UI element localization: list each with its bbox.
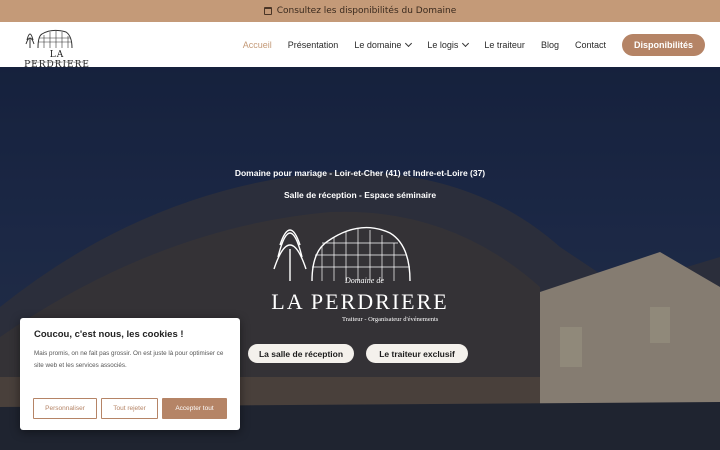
disponibilites-button[interactable]: Disponibilités: [621, 33, 705, 56]
announcement-bar[interactable]: Consultez les disponibilités du Domaine: [0, 0, 720, 22]
nav-item-contact[interactable]: Contact: [575, 40, 606, 50]
main-nav: Accueil Présentation Le domaine Le logis…: [243, 22, 705, 67]
logo-tree-dome-icon: [25, 29, 73, 49]
nav-item-blog[interactable]: Blog: [541, 40, 559, 50]
hero-subtagline: Salle de réception - Espace séminaire: [283, 190, 437, 200]
nav-item-le-traiteur[interactable]: Le traiteur: [484, 40, 525, 50]
nav-label[interactable]: Contact: [575, 40, 606, 50]
cookie-customize-button[interactable]: Personnaliser: [33, 398, 97, 419]
logo-tagline: Traiteur - Organisateur d'événements: [28, 60, 86, 64]
nav-label[interactable]: Accueil: [243, 40, 272, 50]
nav-label[interactable]: Le logis: [427, 40, 458, 50]
nav-label[interactable]: Le traiteur: [484, 40, 525, 50]
nav-item-le-logis[interactable]: Le logis: [427, 39, 470, 50]
hero-logo-subtitle: Traiteur - Organisateur d'événements: [342, 316, 439, 323]
salle-reception-button[interactable]: La salle de réception: [248, 344, 354, 363]
cookie-body: Mais promis, on ne fait pas grossir. On …: [34, 350, 224, 369]
traiteur-exclusif-button[interactable]: Le traiteur exclusif: [366, 344, 468, 363]
nav-label[interactable]: Le domaine: [354, 40, 401, 50]
hero-logo: Domaine de LA PERDRIERE Traiteur - Organ…: [250, 209, 470, 329]
chevron-down-icon[interactable]: [462, 39, 470, 47]
announcement-text[interactable]: Consultez les disponibilités du Domaine: [277, 6, 457, 16]
nav-item-le-domaine[interactable]: Le domaine: [354, 39, 413, 50]
site-logo[interactable]: LA PERDRIERE Traiteur - Organisateur d'é…: [22, 26, 92, 70]
cookie-banner: Coucou, c'est nous, les cookies ! Mais p…: [20, 318, 240, 430]
nav-item-presentation[interactable]: Présentation: [288, 40, 339, 50]
nav-label[interactable]: Blog: [541, 40, 559, 50]
nav-item-accueil[interactable]: Accueil: [243, 40, 272, 50]
hero-logo-de: Domaine de: [345, 276, 384, 285]
nav-label[interactable]: Présentation: [288, 40, 339, 50]
cookie-title: Coucou, c'est nous, les cookies !: [34, 329, 184, 340]
cookie-accept-button[interactable]: Accepter tout: [162, 398, 227, 419]
cookie-reject-button[interactable]: Tout rejeter: [101, 398, 158, 419]
hero-logo-title: LA PERDRIERE: [271, 289, 449, 314]
calendar-icon: [263, 7, 272, 15]
hero-tagline: Domaine pour mariage - Loir-et-Cher (41)…: [234, 168, 486, 178]
chevron-down-icon[interactable]: [405, 39, 413, 47]
site-header: LA PERDRIERE Traiteur - Organisateur d'é…: [0, 22, 720, 70]
